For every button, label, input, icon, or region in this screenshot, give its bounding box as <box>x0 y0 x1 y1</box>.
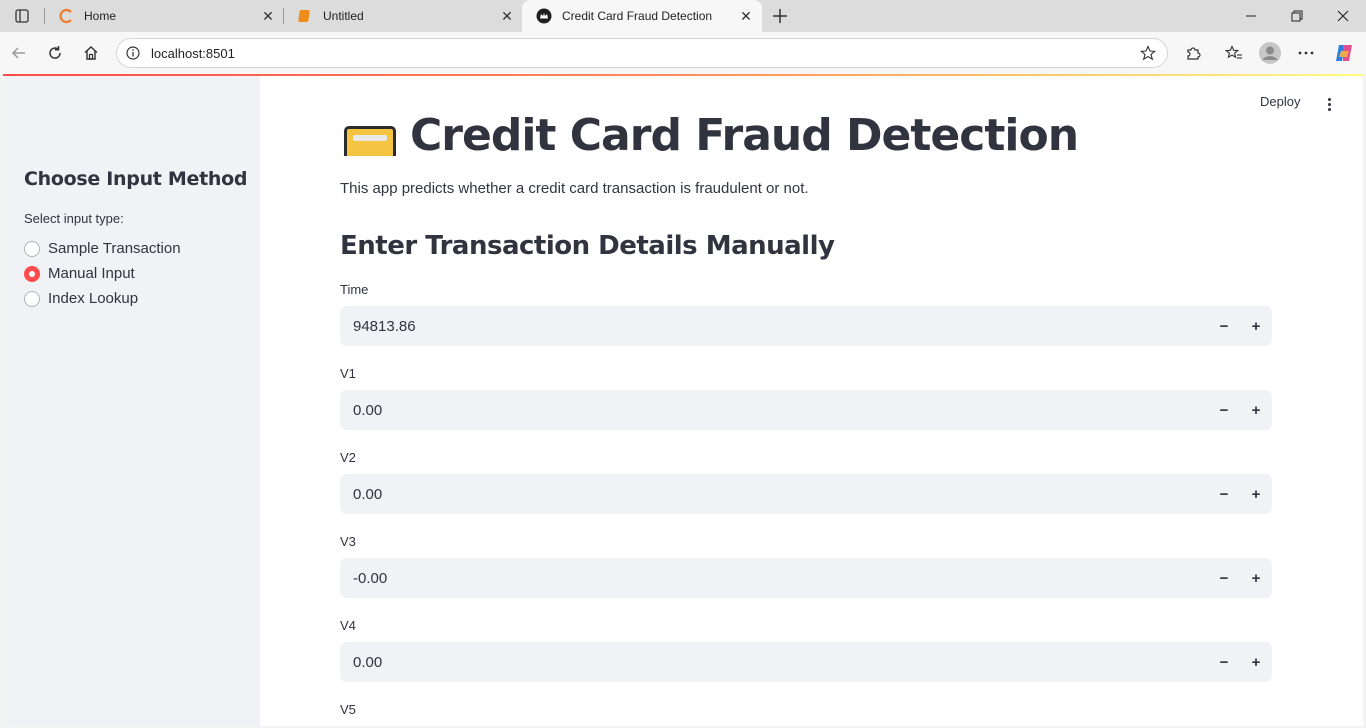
sidebar-heading: Choose Input Method <box>24 168 248 190</box>
decrement-icon[interactable]: − <box>1208 474 1240 514</box>
tab-title: Untitled <box>323 9 364 23</box>
close-icon[interactable]: ✕ <box>260 8 276 24</box>
field-label-v5: V5 <box>340 702 356 717</box>
radio-button[interactable] <box>24 240 40 257</box>
increment-icon[interactable]: + <box>1240 474 1272 514</box>
radio-label: Index Lookup <box>48 290 139 307</box>
minimize-icon[interactable] <box>1228 0 1274 32</box>
decrement-icon[interactable]: − <box>1208 306 1240 346</box>
field-label-v1: V1 <box>340 366 356 381</box>
number-input-value[interactable]: 0.00 <box>340 486 1208 503</box>
page-title: Credit Card Fraud Detection <box>410 110 1079 156</box>
favorite-star-icon[interactable] <box>1133 45 1163 61</box>
section-title: Enter Transaction Details Manually <box>340 231 835 261</box>
increment-icon[interactable]: + <box>1240 306 1272 346</box>
home-icon[interactable] <box>76 38 106 68</box>
tab-title: Credit Card Fraud Detection <box>562 9 713 23</box>
copilot-icon[interactable] <box>1329 38 1359 68</box>
decrement-icon[interactable]: − <box>1208 558 1240 598</box>
number-input-v3[interactable]: -0.00 − + <box>340 558 1272 598</box>
url-text: localhost:8501 <box>151 45 235 61</box>
favorites-icon[interactable] <box>1219 38 1249 68</box>
field-label-v2: V2 <box>340 450 356 465</box>
number-input-value[interactable]: -0.00 <box>340 570 1208 587</box>
address-bar[interactable]: localhost:8501 <box>116 38 1168 68</box>
number-input-v2[interactable]: 0.00 − + <box>340 474 1272 514</box>
number-input-value[interactable]: 0.00 <box>340 402 1208 419</box>
profile-avatar-icon[interactable] <box>1255 38 1285 68</box>
radio-group-label: Select input type: <box>24 211 124 226</box>
deploy-button[interactable]: Deploy <box>1260 94 1300 109</box>
field-label-time: Time <box>340 282 369 297</box>
notebook-icon <box>297 8 313 24</box>
title-area: Credit Card Fraud Detection <box>340 106 1240 156</box>
radio-button[interactable] <box>24 290 40 307</box>
increment-icon[interactable]: + <box>1240 642 1272 682</box>
tab-title: Home <box>84 9 117 23</box>
more-options-icon[interactable] <box>1291 38 1321 68</box>
number-input-value[interactable]: 94813.86 <box>340 318 1208 335</box>
app-description: This app predicts whether a credit card … <box>340 180 809 197</box>
streamlit-crown-icon <box>536 8 552 24</box>
new-tab-icon[interactable] <box>766 4 794 28</box>
site-info-icon[interactable] <box>119 46 147 60</box>
decrement-icon[interactable]: − <box>1208 642 1240 682</box>
radio-sample-transaction[interactable]: Sample Transaction <box>24 240 181 257</box>
extensions-icon[interactable] <box>1178 38 1208 68</box>
tab-untitled[interactable]: Untitled ✕ <box>283 0 523 32</box>
radio-button-selected[interactable] <box>24 265 40 282</box>
decrement-icon[interactable]: − <box>1208 390 1240 430</box>
increment-icon[interactable]: + <box>1240 558 1272 598</box>
back-icon[interactable] <box>4 38 34 68</box>
radio-label: Sample Transaction <box>48 240 181 257</box>
page-viewport: Choose Input Method Select input type: S… <box>3 74 1363 726</box>
home-tab-logo-icon <box>58 8 74 24</box>
browser-toolbar: localhost:8501 <box>0 32 1366 74</box>
tab-strip: Home ✕ Untitled ✕ Credit Card Fraud Dete… <box>0 0 1366 32</box>
credit-card-icon <box>344 126 396 156</box>
tab-actions-icon[interactable] <box>8 4 36 28</box>
reload-icon[interactable] <box>40 38 70 68</box>
tab-credit-card-fraud-detection[interactable]: Credit Card Fraud Detection ✕ <box>522 0 762 32</box>
close-icon[interactable]: ✕ <box>499 8 515 24</box>
radio-index-lookup[interactable]: Index Lookup <box>24 290 138 307</box>
number-input-value[interactable]: 0.00 <box>340 654 1208 671</box>
main-content: Deploy Credit Card Fraud Detection This … <box>260 76 1363 726</box>
close-icon[interactable]: ✕ <box>738 8 754 24</box>
main-menu-icon[interactable] <box>1324 94 1334 114</box>
tab-home[interactable]: Home ✕ <box>44 0 284 32</box>
field-label-v4: V4 <box>340 618 356 633</box>
restore-icon[interactable] <box>1274 0 1320 32</box>
radio-manual-input[interactable]: Manual Input <box>24 265 135 282</box>
number-input-v1[interactable]: 0.00 − + <box>340 390 1272 430</box>
increment-icon[interactable]: + <box>1240 390 1272 430</box>
number-input-v4[interactable]: 0.00 − + <box>340 642 1272 682</box>
sidebar: Choose Input Method Select input type: S… <box>3 76 260 726</box>
field-label-v3: V3 <box>340 534 356 549</box>
window-close-icon[interactable] <box>1320 0 1366 32</box>
number-input-time[interactable]: 94813.86 − + <box>340 306 1272 346</box>
radio-label: Manual Input <box>48 265 135 282</box>
